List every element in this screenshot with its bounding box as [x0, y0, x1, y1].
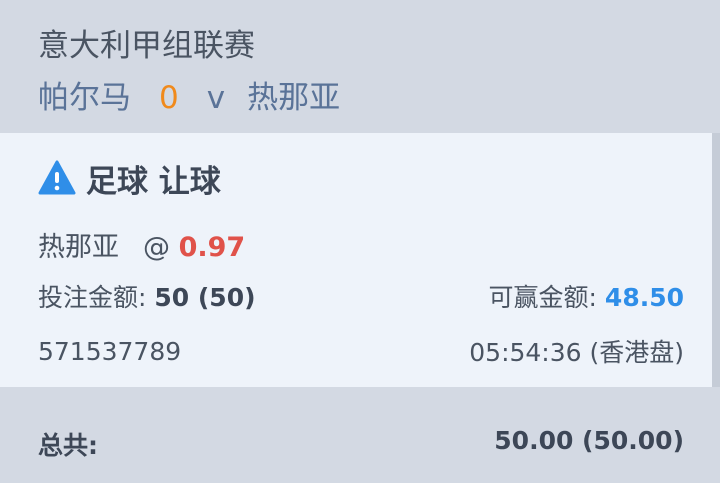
bet-type-heading: 足球 让球: [38, 158, 221, 200]
selection-line: 热那亚 @ 0.97: [38, 225, 245, 264]
ticket-id: 571537789: [38, 336, 182, 366]
total-bar: 总共: 50.00 (50.00): [0, 387, 720, 483]
home-team: 帕尔马: [38, 80, 131, 116]
stake-label: 投注金额:: [38, 283, 147, 312]
warning-icon: [38, 160, 76, 195]
selection-team: 热那亚: [38, 232, 119, 263]
bet-type-label: 足球 让球: [86, 163, 221, 200]
total-value: 50.00 (50.00): [494, 426, 684, 455]
match-header: 意大利甲组联赛 帕尔马 0 v 热那亚: [0, 0, 720, 133]
payout-value: 48.50: [604, 283, 684, 312]
bet-slip-card[interactable]: 足球 让球 热那亚 @ 0.97 投注金额: 50 (50) 可赢金额: 48.5…: [0, 133, 712, 387]
total-label: 总共:: [38, 431, 98, 460]
match-score: 0: [159, 80, 179, 116]
payout-label: 可赢金额:: [488, 283, 597, 312]
stake-info: 投注金额: 50 (50): [38, 278, 256, 314]
versus-label: v: [206, 80, 226, 116]
scrollbar[interactable]: [712, 133, 720, 387]
odds-value: 0.97: [178, 232, 246, 263]
payout-info: 可赢金额: 48.50: [489, 278, 684, 314]
league-name: 意大利甲组联赛: [38, 28, 255, 64]
stake-row: 投注金额: 50 (50) 可赢金额: 48.50: [38, 278, 684, 314]
bet-time: 05:54:36 (香港盘): [469, 338, 684, 367]
stake-value: 50 (50): [154, 283, 256, 312]
odds-prefix: @: [143, 232, 170, 263]
ticket-row: 571537789 05:54:36 (香港盘): [38, 333, 684, 369]
match-line: 帕尔马 0 v 热那亚: [38, 72, 340, 117]
away-team: 热那亚: [247, 80, 341, 116]
